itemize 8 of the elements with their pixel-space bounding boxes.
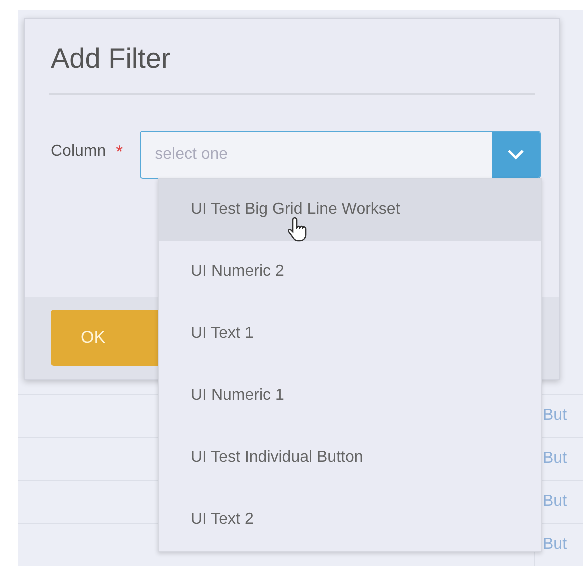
- required-icon: *: [116, 142, 130, 163]
- dialog-title: Add Filter: [51, 43, 172, 75]
- dropdown-option[interactable]: UI Numeric 2: [159, 241, 541, 303]
- field-label: Column: [51, 143, 106, 161]
- column-input[interactable]: select one: [141, 132, 492, 178]
- chevron-down-icon: [507, 149, 525, 161]
- column-select[interactable]: select one: [140, 131, 541, 179]
- dropdown-option[interactable]: UI Test Big Grid Line Workset: [159, 179, 541, 241]
